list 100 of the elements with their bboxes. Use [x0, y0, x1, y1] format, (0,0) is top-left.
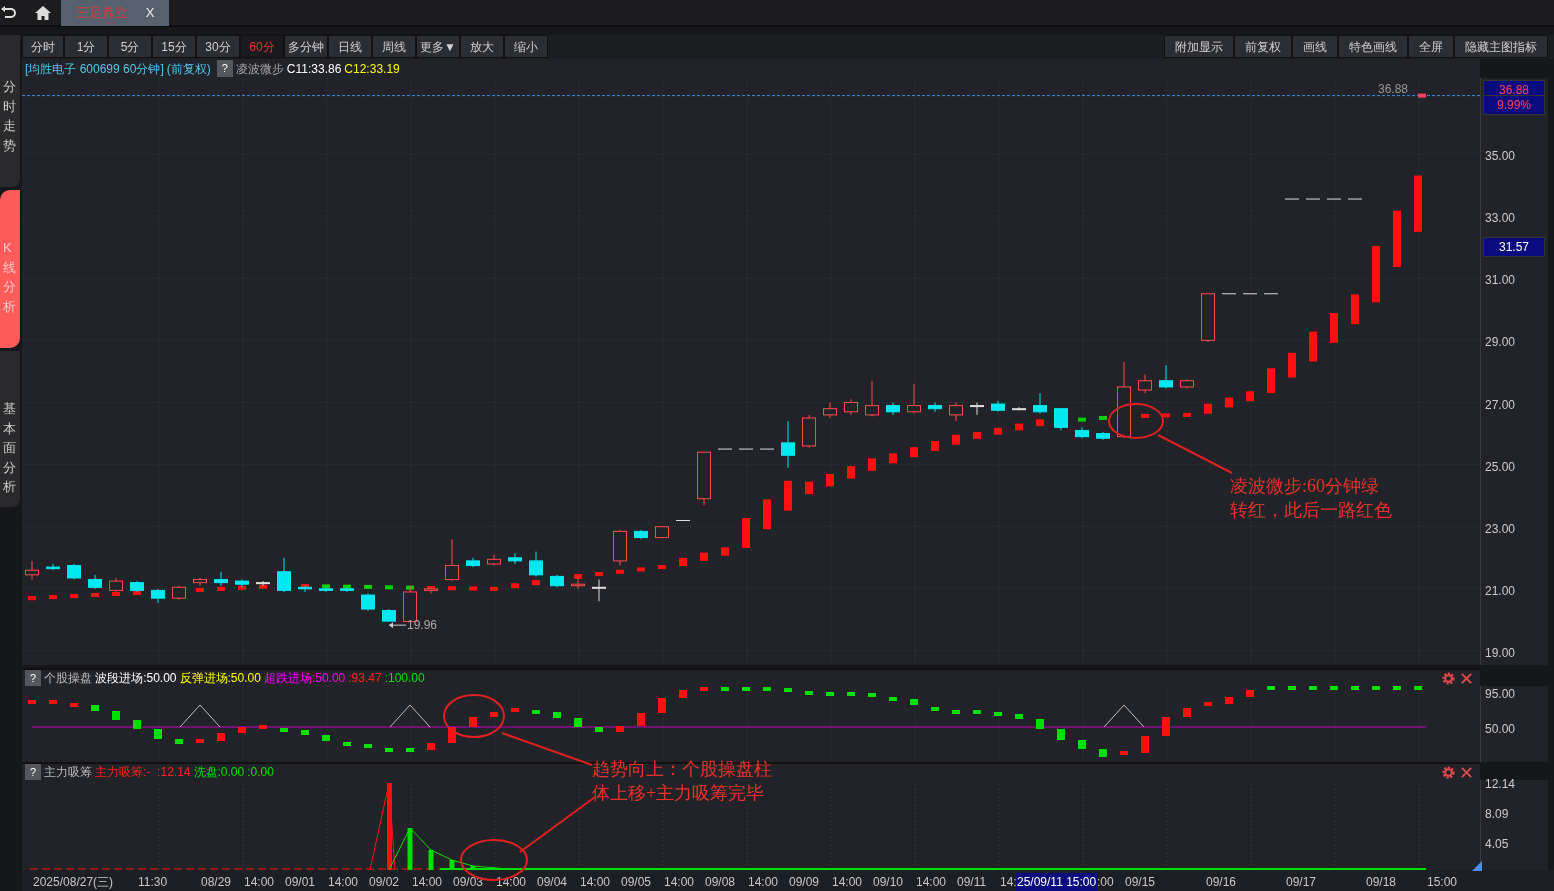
time-axis-label: 2025/08/27(三)	[33, 874, 114, 891]
price-axis-label: 23.00	[1485, 521, 1516, 538]
indicator-bar	[1267, 368, 1275, 394]
low-price-label: 19.96	[407, 618, 438, 633]
help-button[interactable]: ?	[25, 669, 42, 687]
time-axis-label: 09/02	[369, 874, 400, 891]
indicator-bar	[322, 584, 330, 589]
toolbar-button[interactable]: 30分	[196, 35, 240, 58]
close-button[interactable]: X	[145, 2, 155, 23]
candlestick	[738, 448, 754, 450]
candlestick	[466, 557, 480, 568]
candlestick	[675, 520, 691, 521]
indicator-bar	[448, 586, 456, 591]
toolbar-button[interactable]: 隐藏主图指标	[1454, 35, 1548, 58]
price-marker-icon	[1418, 93, 1426, 98]
candlestick	[634, 529, 648, 540]
candlestick	[277, 557, 291, 593]
candlestick	[424, 586, 438, 594]
toolbar-button[interactable]: 前复权	[1234, 35, 1292, 58]
time-axis-label: 09/09	[789, 874, 820, 891]
candlestick	[1305, 198, 1321, 200]
indicator-bar	[1036, 419, 1044, 427]
toolbar-button[interactable]: 全屏	[1408, 35, 1454, 58]
indicator-bar	[1393, 210, 1401, 268]
side-tab[interactable]: 分时走势	[0, 35, 20, 187]
toolbar-button[interactable]: 放大	[460, 35, 504, 58]
candlestick	[949, 402, 963, 422]
candlestick	[1075, 426, 1089, 439]
indicator-value: :0.00	[247, 764, 274, 781]
price-axis-label: 21.00	[1485, 583, 1516, 600]
toolbar-button[interactable]: 画线	[1292, 35, 1338, 58]
indicator-bar	[1162, 413, 1170, 418]
side-tab[interactable]: 基本面分析	[0, 351, 20, 507]
help-button[interactable]: ?	[216, 60, 233, 77]
close-icon[interactable]	[1459, 670, 1474, 686]
annotation-text: 凌波微步:60分钟绿	[1230, 475, 1379, 498]
axis-label: 4.05	[1485, 836, 1509, 853]
settings-icon[interactable]	[1441, 670, 1456, 686]
time-axis-label: 08/29	[201, 874, 232, 891]
time-axis-label: 14:00	[916, 874, 947, 891]
toolbar-button[interactable]: 多分钟	[284, 35, 328, 58]
tab[interactable]: 三足鼎立 X	[61, 0, 169, 26]
toolbar-button[interactable]: 15分	[152, 35, 196, 58]
close-icon[interactable]	[1459, 764, 1474, 780]
candlestick	[613, 529, 627, 567]
indicator-bar	[49, 595, 57, 600]
toolbar-button[interactable]: 周线	[372, 35, 416, 58]
indicator-bar	[784, 480, 792, 511]
candlestick	[1326, 198, 1342, 200]
axis-label: 50.00	[1485, 721, 1516, 738]
candlestick	[319, 586, 333, 593]
indicator-value: 波段进场:50.00	[95, 670, 177, 687]
candlestick	[550, 574, 564, 588]
indicator-bar	[112, 592, 120, 596]
indicator-bar	[490, 586, 498, 591]
indicator-bar	[28, 596, 36, 601]
candlestick	[235, 579, 249, 588]
indicator-bar	[847, 466, 855, 479]
time-axis-label: 09/08	[705, 874, 736, 891]
indicator-bar	[532, 580, 540, 586]
toolbar-button[interactable]: 日线	[328, 35, 372, 58]
candlestick	[1138, 374, 1152, 394]
toolbar-button[interactable]: 附加显示	[1164, 35, 1234, 58]
candlestick	[88, 574, 102, 590]
time-axis-label: 09/11	[957, 874, 987, 891]
price-axis-label: 35.00	[1485, 148, 1516, 165]
candlestick	[1242, 293, 1258, 295]
candlestick	[865, 380, 879, 417]
indicator-value: 超跌进场:50.00	[263, 670, 346, 687]
toolbar-button[interactable]: 更多▼	[416, 35, 460, 58]
time-axis-label: 09/10	[873, 874, 904, 891]
toolbar-button[interactable]: 分时	[22, 35, 64, 58]
indicator-bar	[1246, 391, 1254, 402]
candlestick	[592, 579, 606, 602]
settings-icon[interactable]	[1441, 764, 1456, 780]
toolbar-button[interactable]: 缩小	[504, 35, 548, 58]
candlestick	[1263, 293, 1279, 295]
candlestick	[991, 400, 1005, 413]
indicator-bar	[1099, 416, 1107, 420]
indicator-bar	[1015, 423, 1023, 431]
panel-title: 主力吸筹	[44, 764, 93, 781]
annotation-text: 转红，此后一路红色	[1230, 499, 1392, 523]
help-button[interactable]: ?	[25, 763, 42, 781]
candlestick	[508, 552, 522, 565]
indicator-bar	[658, 565, 666, 570]
indicator-bar	[700, 552, 708, 561]
indicator-value: :93.47	[348, 670, 382, 687]
home-icon[interactable]	[34, 3, 52, 22]
toolbar-button[interactable]: 60分	[240, 35, 284, 58]
indicator-bar	[238, 585, 246, 590]
candlestick	[214, 571, 228, 587]
axis-label: 12.14	[1485, 776, 1516, 793]
candlestick	[886, 402, 900, 416]
indicator-bar	[196, 587, 204, 592]
toolbar-button[interactable]: 特色画线	[1338, 35, 1408, 58]
time-axis-label: 14:00	[580, 874, 611, 891]
toolbar-button[interactable]: 5分	[108, 35, 152, 58]
indicator-bar	[511, 583, 519, 589]
toolbar-button[interactable]: 1分	[64, 35, 108, 58]
indicator-bar	[1078, 417, 1086, 422]
